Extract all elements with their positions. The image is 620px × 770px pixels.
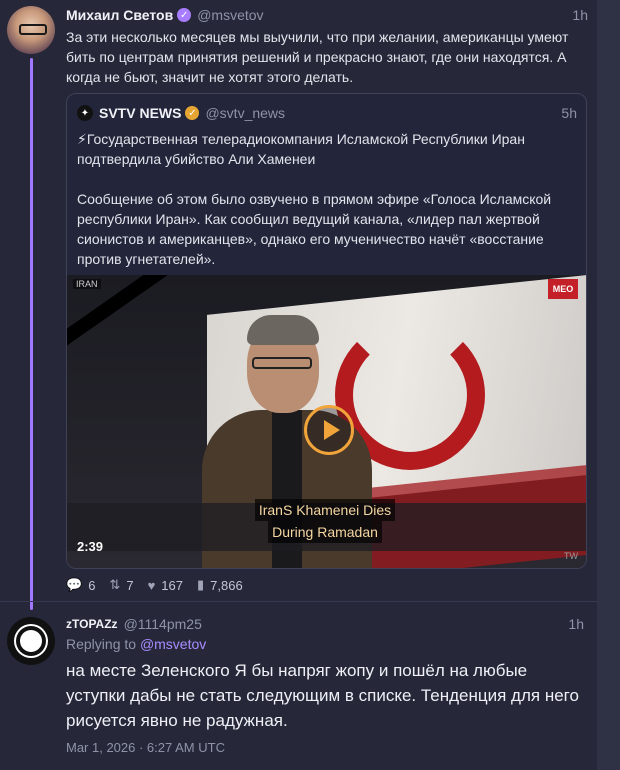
tweet-time[interactable]: 1h bbox=[572, 7, 588, 23]
video-watermark: TW bbox=[564, 551, 578, 561]
author-name[interactable]: Михаил Светов bbox=[66, 7, 173, 23]
video-player[interactable]: IRAN MEO IranS Khamenei Dies During Rama… bbox=[67, 275, 586, 568]
replying-prefix: Replying to bbox=[66, 636, 137, 652]
play-icon bbox=[323, 420, 340, 440]
scrollbar-track[interactable] bbox=[597, 0, 620, 770]
reply-count: 6 bbox=[88, 577, 96, 593]
quote-time[interactable]: 5h bbox=[561, 105, 577, 121]
views-button[interactable]: ▮ 7,866 bbox=[197, 577, 243, 593]
tweet-header: Михаил Светов ✓ @msvetov 1h bbox=[66, 5, 588, 25]
retweet-button[interactable]: ⇅ 7 bbox=[109, 577, 133, 593]
avatar[interactable] bbox=[7, 6, 55, 54]
thread-line bbox=[30, 58, 33, 610]
quote-author-name[interactable]: SVTV NEWS bbox=[99, 105, 181, 121]
caption-line: During Ramadan bbox=[268, 521, 382, 543]
reply-author-name[interactable]: zTOPAZz bbox=[66, 617, 118, 631]
replying-to: Replying to @msvetov bbox=[66, 636, 206, 652]
avatar[interactable] bbox=[7, 617, 55, 665]
quote-paragraph: ⚡Государственная телерадиокомпания Ислам… bbox=[77, 131, 525, 167]
person-glasses bbox=[252, 357, 312, 369]
tweet-stats: 💬 6 ⇅ 7 ♥ 167 ▮ 7,866 bbox=[66, 576, 257, 594]
video-location-tag: IRAN bbox=[73, 279, 101, 289]
avatar-glasses bbox=[19, 24, 47, 35]
video-caption: IranS Khamenei Dies During Ramadan bbox=[235, 499, 415, 543]
person-hair bbox=[247, 315, 319, 345]
retweet-icon: ⇅ bbox=[109, 577, 121, 592]
channel-logo: MEO bbox=[548, 279, 578, 299]
divider bbox=[0, 601, 597, 602]
quote-tweet[interactable]: ✦ SVTV NEWS ✓ @svtv_news 5h ⚡Государстве… bbox=[66, 93, 587, 569]
quote-header: ✦ SVTV NEWS ✓ @svtv_news 5h bbox=[77, 104, 577, 122]
tweet-text: За эти несколько месяцев мы выучили, что… bbox=[66, 29, 569, 85]
verified-badge-icon: ✓ bbox=[185, 106, 200, 120]
reply-author-handle[interactable]: @1114pm25 bbox=[124, 616, 202, 632]
views-count: 7,866 bbox=[210, 577, 243, 593]
replying-mention-link[interactable]: @msvetov bbox=[140, 636, 206, 652]
author-handle[interactable]: @msvetov bbox=[197, 7, 263, 23]
views-icon: ▮ bbox=[196, 577, 205, 592]
like-button[interactable]: ♥ 167 bbox=[148, 578, 183, 593]
reply-text: на месте Зеленского Я бы напряг жопу и п… bbox=[66, 661, 579, 730]
retweet-count: 7 bbox=[126, 577, 134, 593]
quote-author-handle[interactable]: @svtv_news bbox=[205, 105, 285, 121]
quote-paragraph: Сообщение об этом было озвучено в прямом… bbox=[77, 191, 552, 267]
reply-icon: 💬 bbox=[66, 577, 83, 592]
play-button[interactable] bbox=[304, 405, 354, 455]
reply-time[interactable]: 1h bbox=[568, 616, 584, 632]
sun-logo-icon bbox=[20, 630, 42, 652]
verified-badge-icon: ✓ bbox=[177, 8, 192, 22]
quote-text: ⚡Государственная телерадиокомпания Ислам… bbox=[77, 129, 577, 289]
quote-avatar-icon: ✦ bbox=[77, 105, 93, 121]
caption-line: IranS Khamenei Dies bbox=[254, 499, 396, 521]
reply-button[interactable]: 💬 6 bbox=[66, 577, 95, 593]
video-duration: 2:39 bbox=[77, 539, 104, 554]
like-count: 167 bbox=[161, 577, 183, 593]
heart-icon: ♥ bbox=[147, 577, 156, 593]
reply-date[interactable]: Mar 1, 2026 · 6:27 AM UTC bbox=[66, 740, 225, 755]
reply-header: zTOPAZz @1114pm25 1h bbox=[66, 614, 584, 634]
